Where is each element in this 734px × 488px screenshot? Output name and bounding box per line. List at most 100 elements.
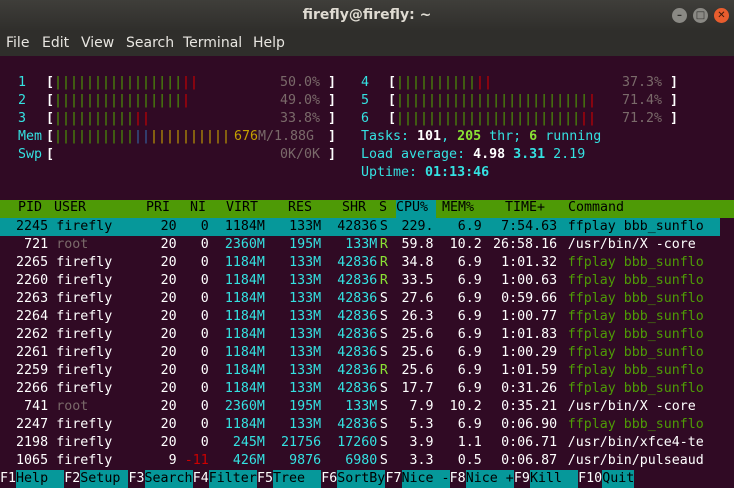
time-cell: 1:01.59 <box>501 363 558 378</box>
table-row[interactable]: 2245 firefly 20 0 1184M 133M 42836 S 229. 6.9 7:54… <box>0 218 720 236</box>
table-row[interactable]: 2259 firefly 20 0 1184M 133M 42836 R 25.6 6.9 1:01… <box>0 362 720 380</box>
table-row[interactable]: 2265 firefly 20 0 1184M 133M 42836 R 34.8 6.9 1:01… <box>0 254 720 272</box>
command-cell: /usr/bin/X -core <box>567 237 696 252</box>
res-cell: 133M <box>289 381 322 396</box>
time-cell: 1:00.29 <box>501 345 558 360</box>
fkey-label[interactable]: SortBy <box>337 470 386 488</box>
col-res[interactable]: RES <box>288 200 312 215</box>
table-row[interactable]: 2266 firefly 20 0 1184M 133M 42836 S 17.7 6.9 0:31… <box>0 380 720 398</box>
pid-cell: 2260 <box>16 273 49 288</box>
table-row[interactable]: 741 root 20 0 2360M 195M 133M S 7.9 10.2 0:35.21/u… <box>0 398 720 416</box>
menu-search[interactable]: Search <box>126 35 174 51</box>
shr-cell: 42836 <box>337 219 378 234</box>
process-table-header[interactable]: PID USER PRI NI VIRT RES SHR S CPU% MEM%… <box>0 200 734 218</box>
pri-cell: 20 <box>160 273 177 288</box>
command-cell: /usr/bin/pulseaud <box>567 453 704 468</box>
fkey-label[interactable]: Filter <box>208 470 257 488</box>
menu-bar: File Edit View Search Terminal Help <box>0 31 734 56</box>
cpu-cell: 33.5 <box>401 273 434 288</box>
shr-cell: 42836 <box>337 381 378 396</box>
col-virt[interactable]: VIRT <box>226 200 258 215</box>
ni-cell: 0 <box>200 435 209 450</box>
shr-cell: 42836 <box>337 273 378 288</box>
table-row[interactable]: 2260 firefly 20 0 1184M 133M 42836 R 33.5 6.9 1:00… <box>0 272 720 290</box>
shr-cell: 133M <box>345 399 378 414</box>
time-cell: 26:58.16 <box>493 237 558 252</box>
cpu-cell: 26.3 <box>401 309 434 324</box>
ni-cell: 0 <box>200 219 209 234</box>
fkey-label[interactable]: Nice - <box>401 470 450 488</box>
res-cell: 133M <box>289 219 322 234</box>
table-row[interactable]: 2263 firefly 20 0 1184M 133M 42836 S 27.6 6.9 0:59… <box>0 290 720 308</box>
time-cell: 0:06.90 <box>501 417 558 432</box>
ni-cell: 0 <box>200 381 209 396</box>
fkey-label[interactable]: Setup <box>80 470 129 488</box>
time-cell: 7:54.63 <box>501 219 558 234</box>
pri-cell: 20 <box>160 255 177 270</box>
uptime-line: Uptime: 01:13:46 <box>361 165 490 180</box>
maximize-icon[interactable]: □ <box>693 8 708 23</box>
fkey-f7[interactable]: F7 <box>385 470 401 488</box>
ni-cell: 0 <box>200 363 209 378</box>
table-row[interactable]: 1065 firefly 9 -11 426M 9876 6980 S 3.3 0.5 0:06.8… <box>0 452 720 470</box>
ni-cell: 0 <box>200 291 209 306</box>
fkey-f6[interactable]: F6 <box>321 470 337 488</box>
state-cell: S <box>379 291 388 306</box>
minimize-icon[interactable]: – <box>672 8 687 23</box>
menu-terminal[interactable]: Terminal <box>183 35 242 51</box>
col-pri[interactable]: PRI <box>146 200 170 215</box>
menu-file[interactable]: File <box>6 35 29 51</box>
ni-cell: -11 <box>184 453 209 468</box>
table-row[interactable]: 2198 firefly 20 0 245M 21756 17260 S 3.9 1.1 0:06.… <box>0 434 720 452</box>
virt-cell: 1184M <box>224 219 265 234</box>
user-cell: firefly <box>56 327 113 342</box>
pid-cell: 2264 <box>16 309 49 324</box>
fkey-f5[interactable]: F5 <box>257 470 273 488</box>
fkey-label[interactable]: Kill <box>529 470 579 488</box>
time-cell: 0:06.71 <box>501 435 558 450</box>
table-row[interactable]: 2262 firefly 20 0 1184M 133M 42836 S 25.6 6.9 1:01… <box>0 326 720 344</box>
col-time[interactable]: TIME+ <box>505 200 545 215</box>
mem-cell: 6.9 <box>457 219 482 234</box>
menu-edit[interactable]: Edit <box>42 35 69 51</box>
state-cell: S <box>379 435 388 450</box>
shr-cell: 6980 <box>345 453 378 468</box>
fkey-f3[interactable]: F3 <box>128 470 144 488</box>
col-mem[interactable]: MEM% <box>442 200 474 215</box>
col-cpu[interactable]: CPU% <box>396 200 428 215</box>
cpu-cell: 27.6 <box>401 291 434 306</box>
table-row[interactable]: 721 root 20 0 2360M 195M 133M R 59.8 10.2 26:58.16… <box>0 236 720 254</box>
fkey-f4[interactable]: F4 <box>193 470 209 488</box>
title-bar[interactable]: firefly@firefly: ~ – □ ✕ <box>0 0 734 31</box>
fkey-label[interactable]: Quit <box>602 470 635 488</box>
htop-screen[interactable]: 1 [ |||||||||||||||| || 50.0% ] 2 [ |||||… <box>0 56 734 488</box>
fkey-label[interactable]: Search <box>144 470 193 488</box>
cpu-meter-5: 5 [ |||||||||||||||||||||||| | 71.4% ] <box>361 93 679 108</box>
table-row[interactable]: 2247 firefly 20 0 1184M 133M 42836 S 5.3 6.9 0:06.… <box>0 416 720 434</box>
cpu-cell: 25.6 <box>401 345 434 360</box>
fkey-label[interactable]: Nice + <box>465 470 514 488</box>
col-command[interactable]: Command <box>568 200 624 215</box>
fkey-f1[interactable]: F1 <box>0 470 16 488</box>
fkey-f2[interactable]: F2 <box>64 470 80 488</box>
close-icon[interactable]: ✕ <box>714 8 729 23</box>
col-ni[interactable]: NI <box>190 200 206 215</box>
mem-cell: 6.9 <box>457 255 482 270</box>
cpu-cell: 7.9 <box>409 399 434 414</box>
fkey-f9[interactable]: F9 <box>514 470 530 488</box>
col-shr[interactable]: SHR <box>342 200 366 215</box>
mem-cell: 6.9 <box>457 381 482 396</box>
col-pid[interactable]: PID <box>18 200 42 215</box>
cpu-cell: 229. <box>401 219 434 234</box>
fkey-label[interactable]: Tree <box>273 470 322 488</box>
menu-help[interactable]: Help <box>253 35 285 51</box>
menu-view[interactable]: View <box>81 35 114 51</box>
table-row[interactable]: 2264 firefly 20 0 1184M 133M 42836 S 26.3 6.9 1:00… <box>0 308 720 326</box>
col-user[interactable]: USER <box>54 200 86 215</box>
fkey-f8[interactable]: F8 <box>450 470 466 488</box>
fkey-f10[interactable]: F10 <box>578 470 602 488</box>
col-state[interactable]: S <box>379 200 387 215</box>
fkey-label[interactable]: Help <box>16 470 65 488</box>
res-cell: 9876 <box>289 453 322 468</box>
table-row[interactable]: 2261 firefly 20 0 1184M 133M 42836 S 25.6 6.9 1:00… <box>0 344 720 362</box>
